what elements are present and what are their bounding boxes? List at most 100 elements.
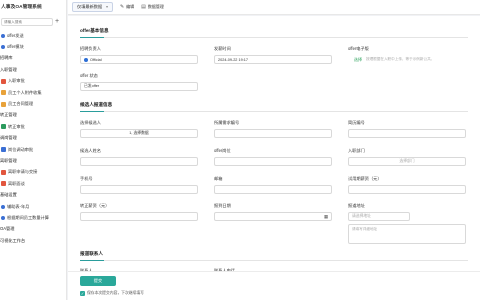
offer-status-label: offer 状态 [80, 73, 98, 78]
sidebar-item-label: 员工个人附件收集 [8, 89, 42, 95]
sidebar-item[interactable]: 岗位调动审批 [0, 144, 66, 155]
entry-dept-field[interactable]: 选择部门 [348, 157, 466, 166]
send-time-field[interactable]: 2024-09-22 19:17 [214, 55, 332, 64]
owner-field[interactable]: Official [80, 55, 198, 64]
edit-button[interactable]: ✎ 编辑 [120, 4, 134, 10]
sidebar-item-label: 离职管理 [0, 157, 17, 163]
sidebar-item-label: offer发送 [7, 32, 24, 38]
form-footer: 提交 ✓ 保存本次提交内容，下次继续填写 [68, 271, 480, 300]
regular-salary-field[interactable] [80, 212, 198, 221]
sidebar-group[interactable]: 招聘库 [0, 53, 66, 64]
sidebar-item-label: 调岗管理 [0, 135, 17, 141]
form-icon [1, 181, 6, 187]
offer-email-select-link[interactable]: 选择 [354, 57, 362, 63]
offer-status-field[interactable]: 已发offer [80, 82, 198, 91]
sidebar-item-label: offer模块 [7, 44, 24, 50]
sidebar-item-label: 岗位调动审批 [8, 146, 34, 152]
add-icon[interactable]: + [53, 18, 61, 26]
demand-no-field[interactable] [214, 129, 332, 138]
offer-status-value: 已发offer [84, 84, 100, 88]
report-address-select[interactable]: 请选择地址 [348, 212, 410, 221]
resume-no-field[interactable] [348, 129, 466, 138]
sidebar-group[interactable]: 可视化工作台 [0, 235, 66, 246]
sidebar-group[interactable]: 转正管理 [0, 110, 66, 121]
report-address-detail[interactable]: 请填写详细地址 [348, 224, 466, 244]
sidebar-search-input[interactable] [1, 18, 53, 26]
report-address-label: 报道地址 [348, 203, 365, 208]
sidebar-item[interactable]: 辅助表-年月 [0, 201, 66, 212]
regular-salary-label: 转正薪资（元） [80, 203, 110, 208]
section-divider [80, 260, 468, 261]
circle-icon [1, 204, 5, 209]
view-selector[interactable]: 仅填最新数据 ▾ [72, 2, 113, 12]
phone-field[interactable] [80, 185, 198, 194]
owner-value: Official [90, 57, 102, 62]
keep-content-label: 保存本次提交内容，下次继续填写 [87, 291, 144, 295]
sidebar-group[interactable]: 基础设置 [0, 189, 66, 200]
section-title-contact: 报道联系人 [80, 251, 103, 256]
sidebar-list: offer发送 offer模块招聘库入职管理入职审批员工个人附件收集员工合同管理转… [0, 30, 66, 246]
sidebar-item-label: 可视化工作台 [0, 237, 26, 243]
section-accent [80, 37, 104, 38]
submit-button[interactable]: 提交 [80, 276, 116, 286]
offer-email-hint: 按理根据在入职中上传，等于示例新公共。 [366, 57, 435, 61]
resume-no-label: 简历编号 [348, 120, 365, 125]
data-management-label: 数据管理 [147, 4, 164, 9]
form-icon [1, 101, 6, 107]
sidebar-item[interactable]: 离职面谈 [0, 178, 66, 189]
section-title-basic: offer基本信息 [80, 28, 109, 33]
email-label: 邮箱 [214, 176, 223, 181]
edit-label: 编辑 [126, 4, 135, 9]
probation-salary-label: 试用期薪资（元） [348, 176, 382, 181]
keep-content-checkbox[interactable]: ✓ [80, 291, 85, 296]
edit-icon: ✎ [119, 4, 125, 10]
sidebar-item[interactable]: offer发送 [0, 30, 66, 41]
email-field[interactable] [214, 185, 332, 194]
app-title: 人事及OA管理系统 [1, 5, 42, 10]
chevron-down-icon: ▾ [106, 5, 108, 9]
candidate-name-label: 候选人姓名 [80, 148, 101, 153]
data-management-button[interactable]: ▤ 数据管理 [141, 4, 164, 10]
table-icon: ▤ [141, 4, 146, 10]
report-date-field[interactable]: ▦ [214, 212, 332, 221]
sidebar-item-label: OA管理 [0, 226, 15, 232]
section-accent [80, 260, 104, 261]
section-title-candidate: 候选人报道信息 [80, 102, 113, 107]
sidebar-item-label: 入职管理 [0, 66, 17, 72]
sidebar-item[interactable]: 员工个人附件收集 [0, 87, 66, 98]
section-divider [80, 37, 468, 38]
candidate-select-label: 选择候选人 [80, 120, 101, 125]
circle-icon [1, 33, 5, 38]
sidebar-group[interactable]: 离职管理 [0, 155, 66, 166]
sidebar-group[interactable]: OA管理 [0, 224, 66, 235]
sidebar-item-label: 招聘库 [0, 55, 13, 61]
sidebar-group[interactable]: 入职管理 [0, 64, 66, 75]
sidebar-item[interactable]: 根据期间员工数量计算 [0, 212, 66, 223]
view-selector-label: 仅填最新数据 [77, 4, 103, 9]
sidebar-item[interactable]: offer模块 [0, 41, 66, 52]
sidebar-item-label: 离职面谈 [8, 180, 25, 186]
sidebar-item[interactable]: 离职申请与交接 [0, 167, 66, 178]
sidebar-item[interactable]: 员工合同管理 [0, 98, 66, 109]
phone-label: 手机号 [80, 176, 93, 181]
calendar-icon[interactable]: ▦ [324, 214, 328, 220]
probation-salary-field[interactable] [348, 185, 466, 194]
send-time-value: 2024-09-22 19:17 [218, 57, 248, 62]
sidebar-item[interactable]: 转正审批 [0, 121, 66, 132]
user-avatar-icon [84, 57, 88, 62]
sidebar-item-label: 离职申请与交接 [8, 169, 38, 175]
sidebar-search: + [1, 17, 65, 27]
sidebar-item[interactable]: 入职审批 [0, 76, 66, 87]
sidebar-group[interactable]: 调岗管理 [0, 133, 66, 144]
demand-no-label: 所属需求编号 [214, 120, 240, 125]
entry-dept-placeholder: 选择部门 [399, 159, 415, 163]
section-accent [80, 111, 104, 112]
circle-icon [1, 45, 5, 50]
candidate-name-field[interactable] [80, 157, 198, 166]
owner-label: 招聘负责人 [80, 46, 101, 51]
offer-post-field[interactable] [214, 157, 332, 166]
topbar: 仅填最新数据 ▾ ✎ 编辑 ▤ 数据管理 [68, 0, 480, 15]
form-icon [1, 90, 6, 96]
form-icon [1, 147, 6, 153]
candidate-select-field[interactable]: 1, 选择数据 [80, 129, 198, 138]
